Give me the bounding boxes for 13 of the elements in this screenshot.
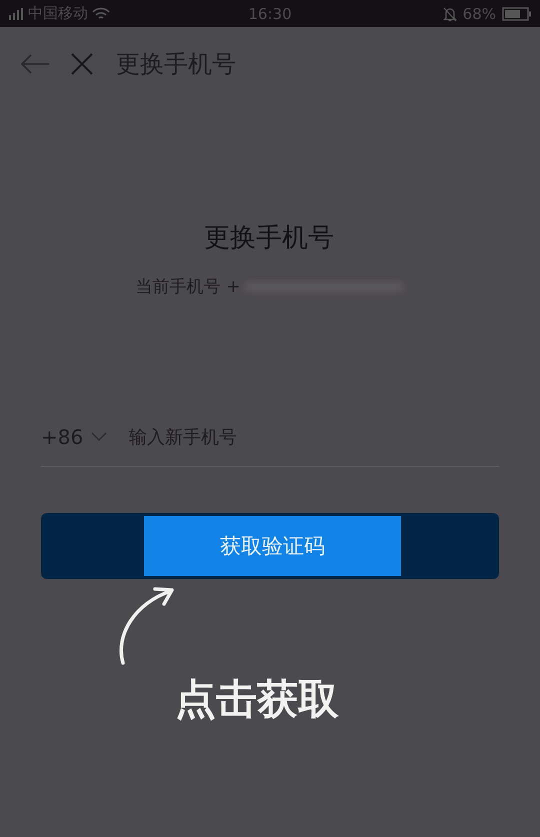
clock-time: 16:30 xyxy=(248,4,292,22)
get-code-button[interactable]: 获取验证码 xyxy=(144,516,401,576)
back-arrow-icon[interactable] xyxy=(20,52,50,74)
bell-icon xyxy=(442,6,457,22)
close-icon[interactable] xyxy=(70,52,94,76)
signal-icon xyxy=(8,6,24,20)
battery-percent: 68% xyxy=(462,4,496,22)
hint-text: 点击获取 xyxy=(175,674,339,725)
chevron-down-icon xyxy=(91,432,108,442)
wifi-icon xyxy=(92,6,110,20)
section-title: 更换手机号 xyxy=(204,222,334,255)
carrier-name: 中国移动 xyxy=(28,4,88,23)
battery-icon xyxy=(502,6,532,20)
